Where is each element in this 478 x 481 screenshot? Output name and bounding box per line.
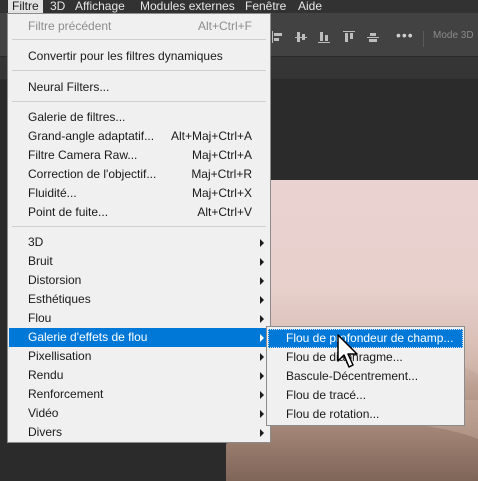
distribute-top-icon[interactable] bbox=[343, 31, 355, 43]
menu-separator bbox=[12, 226, 266, 227]
menu-item-label: Renforcement bbox=[28, 387, 104, 401]
submenu-arrow-icon bbox=[260, 277, 264, 285]
submenu-arrow-icon bbox=[260, 429, 264, 437]
menu-item-shortcut: Alt+Ctrl+F bbox=[197, 19, 252, 33]
menu-item-divers[interactable]: Divers bbox=[9, 423, 269, 442]
menu-item-label: Vidéo bbox=[28, 406, 59, 420]
menu-item-label: Galerie de filtres... bbox=[28, 110, 126, 124]
menu-item-label: Galerie d'effets de flou bbox=[28, 330, 148, 344]
menu-item-bruit[interactable]: Bruit bbox=[9, 252, 269, 271]
menu-item-renforcement[interactable]: Renforcement bbox=[9, 385, 269, 404]
menu-item-shortcut: Maj+Ctrl+X bbox=[191, 186, 252, 200]
submenu-arrow-icon bbox=[260, 296, 264, 304]
blur-gallery-submenu: Flou de profondeur de champ... Flou de d… bbox=[266, 326, 465, 426]
menu-item-neural-filters[interactable]: Neural Filters... bbox=[9, 78, 269, 97]
menu-item-galerie-de-filtres[interactable]: Galerie de filtres... bbox=[9, 108, 269, 127]
menu-item-convertir-filtres-dynamiques[interactable]: Convertir pour les filtres dynamiques bbox=[9, 47, 269, 66]
menu-item-esthetiques[interactable]: Esthétiques bbox=[9, 290, 269, 309]
menu-item-correction-objectif[interactable]: Correction de l'objectif... Maj+Ctrl+R bbox=[9, 165, 269, 184]
menu-item-video[interactable]: Vidéo bbox=[9, 404, 269, 423]
menu-bar: Filtre 3D Affichage Modules externes Fen… bbox=[0, 0, 478, 13]
submenu-arrow-icon bbox=[260, 239, 264, 247]
submenu-item-flou-profondeur-de-champ[interactable]: Flou de profondeur de champ... bbox=[268, 329, 463, 348]
divider bbox=[423, 31, 424, 47]
align-left-icon[interactable] bbox=[272, 31, 284, 43]
more-options-icon[interactable]: ••• bbox=[396, 27, 414, 43]
menu-item-label: Distorsion bbox=[28, 273, 82, 287]
menu-item-label: Filtre précédent bbox=[28, 19, 112, 33]
menu-modules-externes[interactable]: Modules externes bbox=[136, 0, 239, 13]
menu-item-label: Esthétiques bbox=[28, 292, 91, 306]
menu-item-3d[interactable]: 3D bbox=[9, 233, 269, 252]
menu-separator bbox=[12, 39, 266, 40]
menu-aide[interactable]: Aide bbox=[294, 0, 326, 13]
mouse-pointer-icon bbox=[337, 334, 358, 368]
submenu-item-flou-de-diaphragme[interactable]: Flou de diaphragme... bbox=[268, 348, 463, 367]
mode-3d-label[interactable]: Mode 3D bbox=[433, 30, 474, 41]
menu-item-grand-angle-adaptatif[interactable]: Grand-angle adaptatif... Alt+Maj+Ctrl+A bbox=[9, 127, 269, 146]
menu-item-galerie-effets-de-flou[interactable]: Galerie d'effets de flou bbox=[9, 328, 269, 347]
distribute-center-icon[interactable] bbox=[367, 31, 379, 43]
menu-item-label: Neural Filters... bbox=[28, 80, 110, 94]
submenu-arrow-icon bbox=[260, 258, 264, 266]
menu-item-label: Grand-angle adaptatif... bbox=[28, 129, 155, 143]
submenu-item-label: Flou de tracé... bbox=[286, 388, 367, 402]
menu-separator bbox=[12, 70, 266, 71]
align-center-vertical-icon[interactable] bbox=[295, 31, 307, 43]
menu-item-pixellisation[interactable]: Pixellisation bbox=[9, 347, 269, 366]
menu-item-label: 3D bbox=[28, 235, 44, 249]
menu-item-label: Flou bbox=[28, 311, 52, 325]
submenu-arrow-icon bbox=[260, 410, 264, 418]
submenu-arrow-icon bbox=[260, 372, 264, 380]
menu-item-label: Convertir pour les filtres dynamiques bbox=[28, 49, 223, 63]
menu-item-fluidite[interactable]: Fluidité... Maj+Ctrl+X bbox=[9, 184, 269, 203]
menu-item-point-de-fuite[interactable]: Point de fuite... Alt+Ctrl+V bbox=[9, 203, 269, 222]
submenu-item-bascule-decentrement[interactable]: Bascule-Décentrement... bbox=[268, 367, 463, 386]
menu-item-shortcut: Maj+Ctrl+R bbox=[191, 167, 252, 181]
filter-menu: Filtre précédent Alt+Ctrl+F Convertir po… bbox=[7, 13, 271, 443]
menu-separator bbox=[12, 101, 266, 102]
menu-item-shortcut: Maj+Ctrl+A bbox=[191, 148, 252, 162]
menu-item-shortcut: Alt+Ctrl+V bbox=[197, 205, 252, 219]
menu-item-label: Filtre Camera Raw... bbox=[28, 148, 138, 162]
submenu-arrow-icon bbox=[260, 353, 264, 361]
submenu-item-label: Flou de profondeur de champ... bbox=[286, 331, 454, 345]
submenu-arrow-icon bbox=[260, 334, 264, 342]
menu-item-label: Correction de l'objectif... bbox=[28, 167, 157, 181]
menu-item-filtre-camera-raw[interactable]: Filtre Camera Raw... Maj+Ctrl+A bbox=[9, 146, 269, 165]
menu-item-rendu[interactable]: Rendu bbox=[9, 366, 269, 385]
menu-item-shortcut: Alt+Maj+Ctrl+A bbox=[170, 129, 252, 143]
menu-item-label: Divers bbox=[28, 425, 63, 439]
menu-item-distorsion[interactable]: Distorsion bbox=[9, 271, 269, 290]
menu-item-label: Pixellisation bbox=[28, 349, 92, 363]
submenu-item-flou-de-rotation[interactable]: Flou de rotation... bbox=[268, 405, 463, 424]
submenu-arrow-icon bbox=[260, 391, 264, 399]
menu-item-filtre-precedent: Filtre précédent Alt+Ctrl+F bbox=[9, 17, 269, 36]
menu-3d[interactable]: 3D bbox=[46, 0, 69, 13]
menu-item-label: Point de fuite... bbox=[28, 205, 109, 219]
menu-filtre[interactable]: Filtre bbox=[8, 0, 43, 13]
submenu-arrow-icon bbox=[260, 315, 264, 323]
menu-item-flou[interactable]: Flou bbox=[9, 309, 269, 328]
submenu-item-flou-de-trace[interactable]: Flou de tracé... bbox=[268, 386, 463, 405]
menu-fenetre[interactable]: Fenêtre bbox=[241, 0, 290, 13]
submenu-item-label: Flou de rotation... bbox=[286, 407, 380, 421]
menu-item-label: Bruit bbox=[28, 254, 53, 268]
align-bottom-icon[interactable] bbox=[318, 31, 330, 43]
menu-item-label: Rendu bbox=[28, 368, 64, 382]
menu-affichage[interactable]: Affichage bbox=[71, 0, 129, 13]
menu-item-label: Fluidité... bbox=[28, 186, 77, 200]
